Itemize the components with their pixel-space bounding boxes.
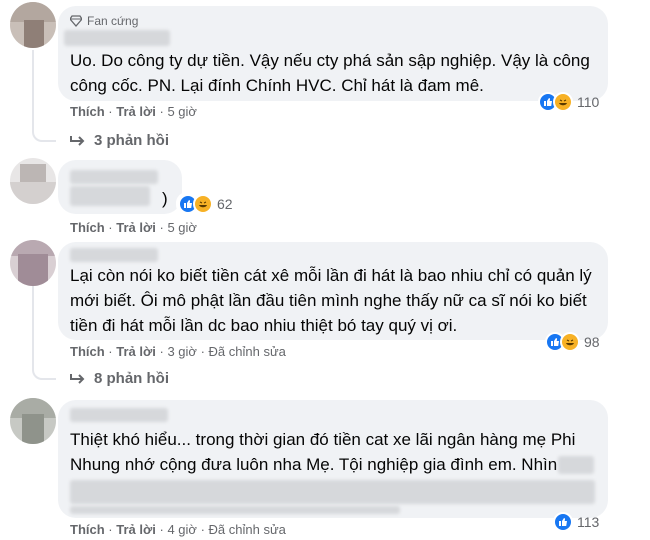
comment-text-line: Uo. Do công ty dự tiền. Vậy nếu cty phá … xyxy=(70,51,590,70)
diamond-icon xyxy=(70,15,82,27)
edited-label: Đã chỉnh sửa xyxy=(208,522,286,537)
reply-arrow-icon xyxy=(70,135,85,146)
like-link[interactable]: Thích xyxy=(70,522,105,537)
comment-text-blurred xyxy=(70,186,150,206)
avatar[interactable] xyxy=(10,240,56,286)
view-replies-button[interactable]: 3 phản hồi xyxy=(70,132,169,149)
haha-reaction-icon xyxy=(553,92,573,112)
thread-connector xyxy=(32,340,56,380)
comment-text-line: Thiệt khó hiểu... trong thời gian đó tiề… xyxy=(70,430,576,449)
timestamp[interactable]: 3 giờ xyxy=(167,344,197,359)
reaction-summary[interactable]: 62 xyxy=(176,192,236,216)
haha-reaction-icon xyxy=(193,194,213,214)
comment-text-line: tiền đi hát mỗi lần dc bao nhiu thiệt bó… xyxy=(70,316,458,335)
thread-connector xyxy=(32,100,56,142)
avatar[interactable] xyxy=(10,158,56,204)
timestamp[interactable]: 4 giờ xyxy=(167,522,197,537)
timestamp[interactable]: 5 giờ xyxy=(167,104,197,119)
like-reaction-icon xyxy=(553,512,573,532)
like-link[interactable]: Thích xyxy=(70,344,105,359)
reaction-count: 62 xyxy=(217,196,233,212)
reply-link[interactable]: Trả lời xyxy=(116,344,156,359)
comment-text-line: ) xyxy=(162,189,168,208)
view-replies-button[interactable]: 8 phản hồi xyxy=(70,370,169,387)
replies-count-label: 8 phản hồi xyxy=(94,370,169,387)
comment-actions: Thích · Trả lời · 4 giờ · Đã chỉnh sửa xyxy=(70,522,286,537)
reply-link[interactable]: Trả lời xyxy=(116,220,156,235)
comment-actions: Thích · Trả lời · 5 giờ xyxy=(70,220,197,235)
reaction-count: 110 xyxy=(577,94,600,110)
reaction-summary[interactable]: 113 xyxy=(553,511,599,533)
reply-arrow-icon xyxy=(70,373,85,384)
comment-actions: Thích · Trả lời · 3 giờ · Đã chỉnh sửa xyxy=(70,344,286,359)
like-link[interactable]: Thích xyxy=(70,104,105,119)
fan-badge: Fan cứng xyxy=(70,14,138,28)
comment-text-line: mới biết. Ôi mô phật lần đầu tiên mình n… xyxy=(70,291,587,310)
reaction-count: 113 xyxy=(577,514,600,530)
avatar[interactable] xyxy=(10,2,56,48)
comment-text-blurred xyxy=(70,506,400,514)
author-name-blurred[interactable] xyxy=(64,30,170,46)
reaction-summary[interactable]: 110 xyxy=(538,91,599,113)
comment-text-line: Nhung nhớ cộng đưa luôn nha Mẹ. Tội nghi… xyxy=(70,455,558,474)
reaction-count: 98 xyxy=(584,334,600,350)
edited-label: Đã chỉnh sửa xyxy=(208,344,286,359)
reply-link[interactable]: Trả lời xyxy=(116,104,156,119)
comment-text-blurred xyxy=(558,456,594,474)
haha-reaction-icon xyxy=(560,332,580,352)
avatar[interactable] xyxy=(10,398,56,444)
author-name-blurred[interactable] xyxy=(70,408,168,422)
comment-text-line: công cốc. PN. Lại đính Chính HVC. Chỉ há… xyxy=(70,76,484,95)
comment-text-line: Lại còn nói ko biết tiền cát xê mỗi lần … xyxy=(70,266,592,285)
replies-count-label: 3 phản hồi xyxy=(94,132,169,149)
comment-actions: Thích · Trả lời · 5 giờ xyxy=(70,104,197,119)
timestamp[interactable]: 5 giờ xyxy=(167,220,197,235)
comment-text-blurred xyxy=(70,480,595,504)
author-name-blurred[interactable] xyxy=(70,248,158,262)
author-name-blurred[interactable] xyxy=(70,170,158,184)
like-link[interactable]: Thích xyxy=(70,220,105,235)
reaction-summary[interactable]: 98 xyxy=(545,331,600,353)
badge-label: Fan cứng xyxy=(87,14,139,28)
reply-link[interactable]: Trả lời xyxy=(116,522,156,537)
